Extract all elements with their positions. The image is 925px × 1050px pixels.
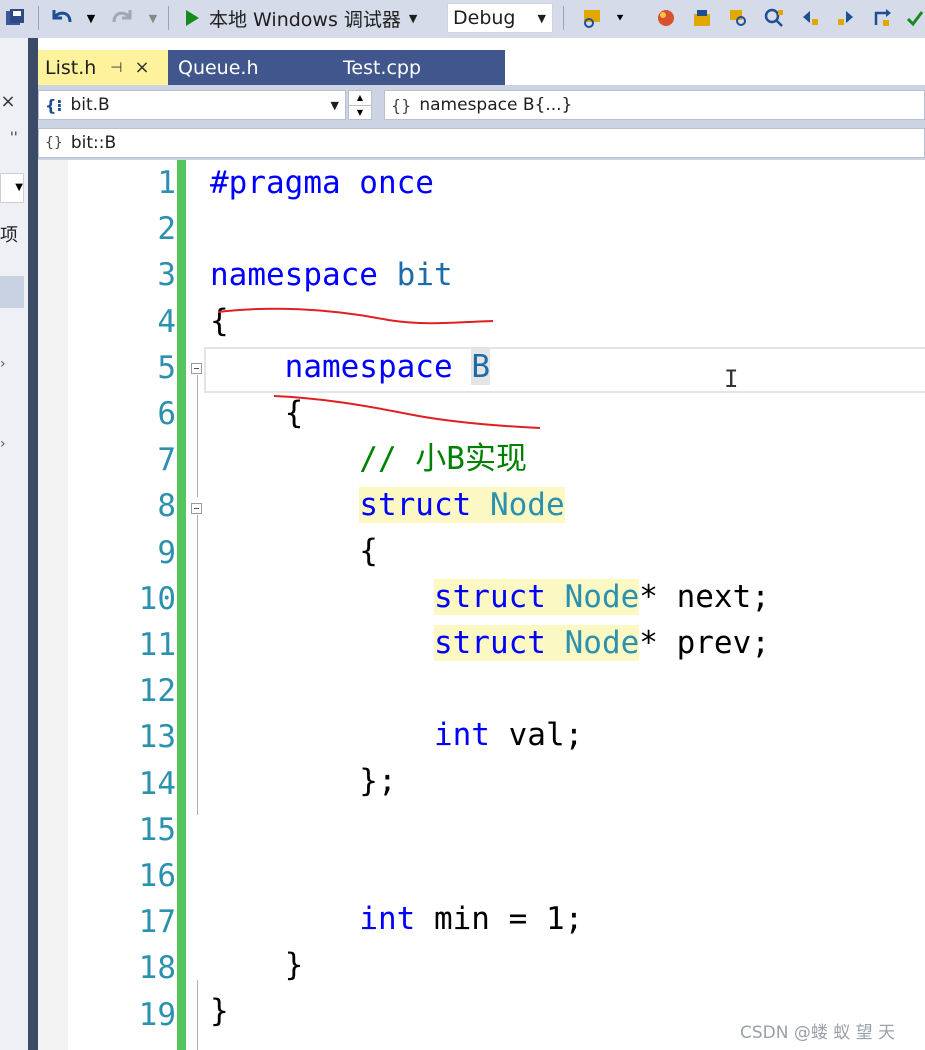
navigate-back-icon[interactable]: [796, 4, 824, 32]
redo-icon[interactable]: [108, 4, 138, 32]
more-options-icon[interactable]: '': [10, 130, 18, 146]
close-icon[interactable]: ×: [0, 91, 16, 112]
red-underline-1: [217, 307, 494, 325]
undo-dropdown-icon[interactable]: ▼: [84, 4, 98, 32]
chevron-down-icon[interactable]: ▼: [349, 106, 371, 120]
panel-dropdown[interactable]: ▼: [0, 173, 24, 203]
step-out-icon[interactable]: [868, 4, 896, 32]
checkmark-icon[interactable]: [904, 4, 925, 32]
panel-label: 项: [0, 225, 18, 246]
configuration-select[interactable]: Debug ▼: [447, 3, 553, 33]
tab-label: Queue.h: [178, 56, 259, 79]
open-folder-icon[interactable]: [688, 4, 716, 32]
solution-explorer-panel: × '' ▼ 项 › ›: [0, 38, 29, 1050]
bookmark-icon[interactable]: [578, 4, 606, 32]
tab-label: Test.cpp: [343, 56, 422, 79]
chevron-up-icon[interactable]: ▲: [349, 91, 371, 106]
main-toolbar: ▼ ▼ 本地 Windows 调试器 ▼ Debug ▼ ⯆: [0, 0, 925, 39]
selected-item[interactable]: [0, 276, 24, 308]
chevron-down-icon: ▼: [408, 11, 418, 25]
run-label: 本地 Windows 调试器: [209, 8, 401, 31]
scope-combo[interactable]: {⁝ bit.B ▼: [38, 90, 346, 120]
start-debugging-button[interactable]: 本地 Windows 调试器 ▼: [180, 4, 442, 32]
tab-list-h[interactable]: List.h ⊣ ×: [38, 50, 168, 85]
code-editor[interactable]: 1 2 3 4 5 6 7 8 9 10 11 12 13 14 15 16 17 18 19 #pragma on…: [38, 160, 925, 1050]
extension-icon[interactable]: [652, 4, 680, 32]
namespace-icon: {⁝: [45, 95, 63, 115]
scope-value: bit.B: [70, 95, 110, 115]
tree-marker: ›: [0, 436, 6, 452]
tab-label: List.h: [45, 56, 97, 79]
red-underline-2: [273, 395, 541, 429]
tree-marker: ›: [0, 356, 6, 372]
save-all-icon[interactable]: [0, 4, 30, 32]
navigation-bar: {⁝ bit.B ▼ ▲ ▼ {} namespace B{...} {} bi…: [38, 85, 925, 160]
search-icon[interactable]: [760, 4, 788, 32]
scope-spinner[interactable]: ▲ ▼: [348, 90, 372, 120]
tab-test-cpp[interactable]: Test.cpp: [343, 50, 463, 85]
navigate-forward-icon[interactable]: [832, 4, 860, 32]
document-tab-bar: List.h ⊣ × Queue.h Test.cpp: [38, 38, 925, 88]
play-icon: [186, 10, 199, 26]
find-icon[interactable]: [724, 4, 752, 32]
configuration-value: Debug: [453, 7, 516, 29]
undo-icon[interactable]: [46, 4, 76, 32]
watermark: CSDN @蝼 蚁 望 天: [740, 1023, 896, 1043]
chevron-down-icon: ▼: [330, 98, 339, 112]
toolbar-options-icon[interactable]: ⯆: [612, 4, 628, 32]
redo-dropdown-icon[interactable]: ▼: [146, 4, 160, 32]
close-icon[interactable]: ×: [135, 57, 150, 78]
member-value: namespace B{...}: [419, 95, 573, 115]
red-annotation-strokes: [217, 307, 541, 429]
namespace-path: bit::B: [70, 133, 117, 153]
chevron-down-icon: ▼: [537, 11, 546, 25]
braces-icon: {}: [391, 95, 412, 115]
namespace-breadcrumb[interactable]: {} bit::B: [38, 128, 925, 158]
tab-queue-h[interactable]: Queue.h: [178, 50, 298, 85]
member-combo[interactable]: {} namespace B{...}: [384, 90, 925, 120]
pin-icon[interactable]: ⊣: [110, 60, 122, 76]
panel-splitter[interactable]: [28, 38, 38, 1050]
braces-icon: {}: [45, 135, 63, 151]
